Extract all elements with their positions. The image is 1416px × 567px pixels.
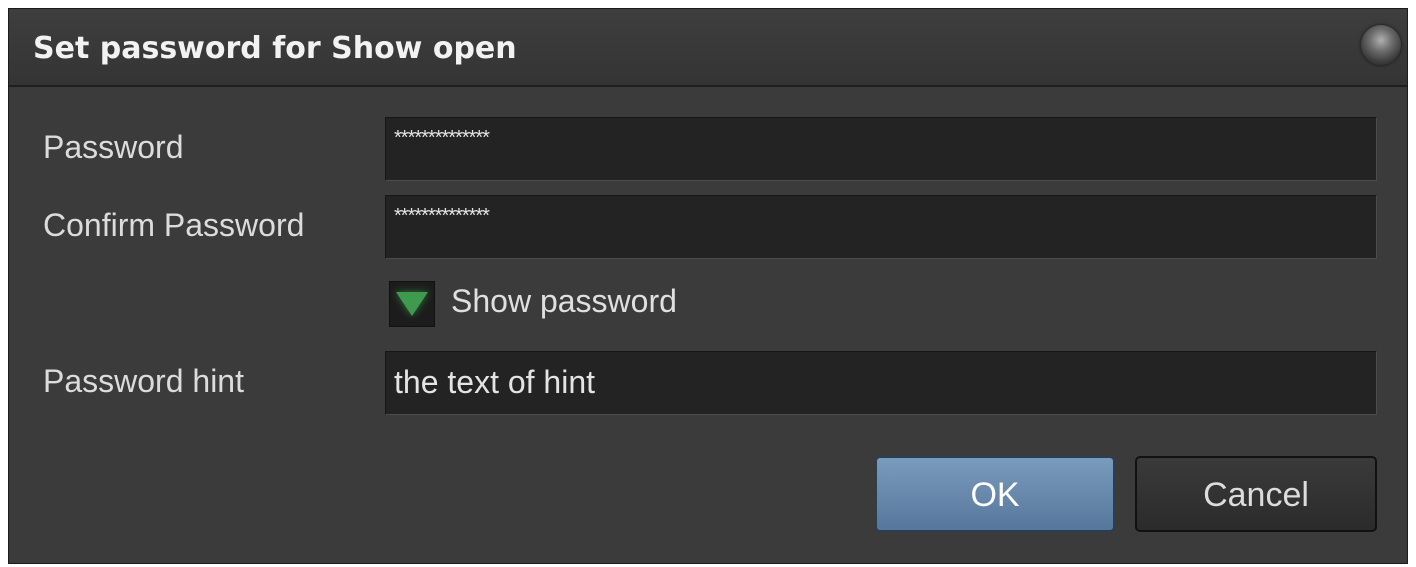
password-label: Password: [43, 129, 184, 165]
password-hint-value: the text of hint: [394, 364, 596, 400]
password-hint-label: Password hint: [43, 363, 244, 399]
password-dialog: Set password for Show open Password ****…: [8, 8, 1408, 564]
orb-icon[interactable]: [1361, 25, 1401, 65]
ok-button[interactable]: OK: [875, 456, 1115, 532]
check-triangle-icon: [396, 292, 428, 316]
show-password-checkbox[interactable]: [389, 281, 435, 327]
confirm-password-value: **************: [394, 205, 490, 227]
password-value: **************: [394, 127, 490, 149]
cancel-button[interactable]: Cancel: [1135, 456, 1377, 532]
confirm-password-label: Confirm Password: [43, 207, 305, 243]
show-password-label[interactable]: Show password: [451, 281, 677, 321]
title-bar[interactable]: Set password for Show open: [9, 9, 1407, 87]
password-field[interactable]: **************: [385, 117, 1377, 181]
password-hint-field[interactable]: the text of hint: [385, 351, 1377, 415]
dialog-title: Set password for Show open: [33, 31, 517, 66]
confirm-password-field[interactable]: **************: [385, 195, 1377, 259]
